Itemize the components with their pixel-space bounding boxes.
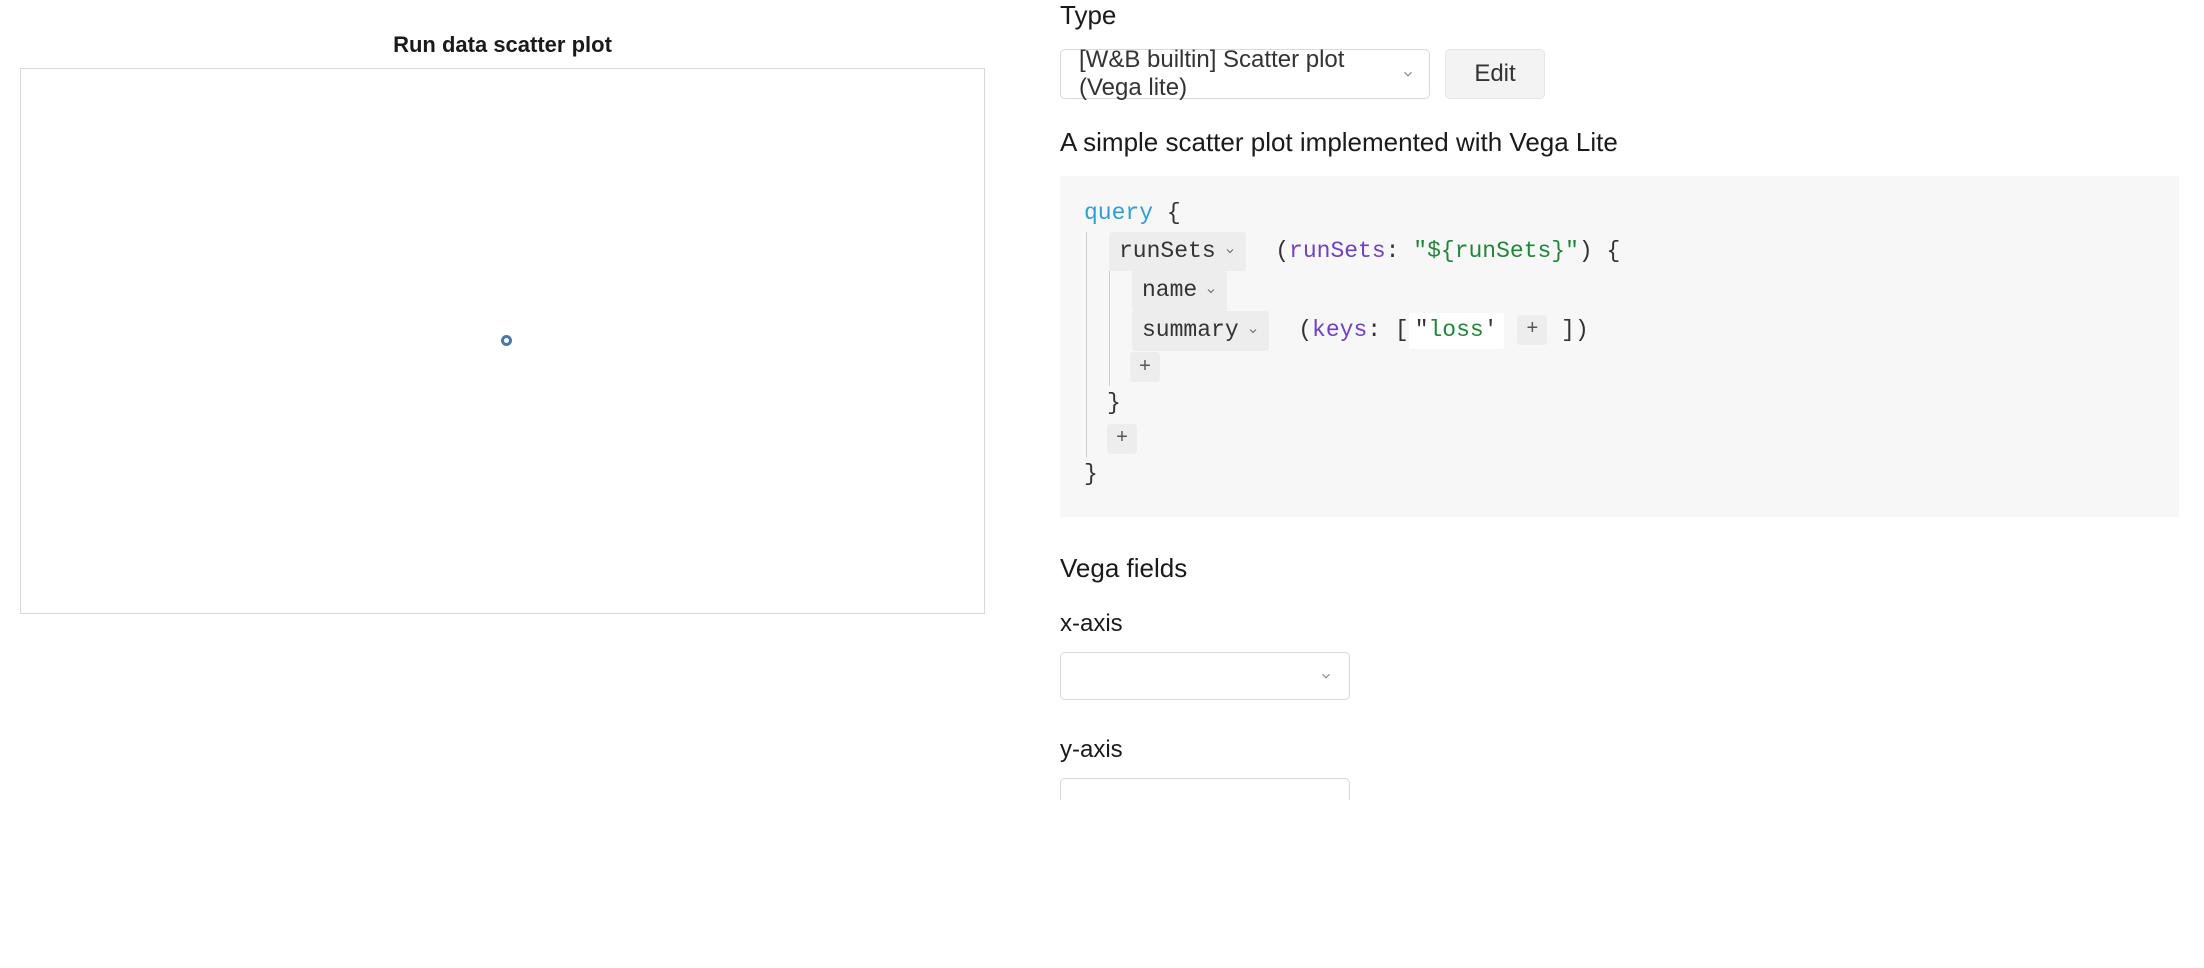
chevron-down-icon	[1205, 285, 1217, 297]
query-keyword: query	[1084, 200, 1153, 226]
chart-panel: Run data scatter plot	[0, 0, 1060, 968]
config-panel: Type [W&B builtin] Scatter plot (Vega li…	[1060, 0, 2204, 968]
type-description: A simple scatter plot implemented with V…	[1060, 127, 2179, 158]
x-axis-label: x-axis	[1060, 610, 2179, 638]
chevron-down-icon	[1247, 325, 1259, 337]
x-axis-select[interactable]	[1060, 652, 1350, 700]
chevron-down-icon	[1401, 67, 1415, 81]
name-pill[interactable]: name	[1132, 271, 1227, 311]
type-label: Type	[1060, 0, 2179, 31]
summary-pill[interactable]: summary	[1132, 311, 1269, 351]
chevron-down-icon	[1224, 245, 1236, 257]
add-field-button[interactable]: +	[1130, 352, 1160, 382]
chart-title: Run data scatter plot	[20, 32, 985, 58]
type-select[interactable]: [W&B builtin] Scatter plot (Vega lite)	[1060, 49, 1430, 99]
keys-value[interactable]: "loss'	[1409, 313, 1504, 349]
edit-button[interactable]: Edit	[1445, 49, 1545, 99]
type-select-value: [W&B builtin] Scatter plot (Vega lite)	[1079, 46, 1411, 102]
y-axis-select[interactable]	[1060, 778, 1350, 800]
chevron-down-icon	[1319, 669, 1333, 683]
add-key-button[interactable]: +	[1517, 315, 1547, 345]
runsets-pill[interactable]: runSets	[1109, 232, 1246, 272]
scatter-point	[501, 335, 512, 346]
add-block-button[interactable]: +	[1107, 424, 1137, 454]
scatter-plot-frame[interactable]	[20, 68, 985, 614]
y-axis-label: y-axis	[1060, 736, 2179, 764]
vega-fields-label: Vega fields	[1060, 553, 2179, 584]
query-editor[interactable]: query { runSets (runSets: "${runSets}") …	[1060, 176, 2179, 517]
edit-button-label: Edit	[1474, 60, 1515, 88]
